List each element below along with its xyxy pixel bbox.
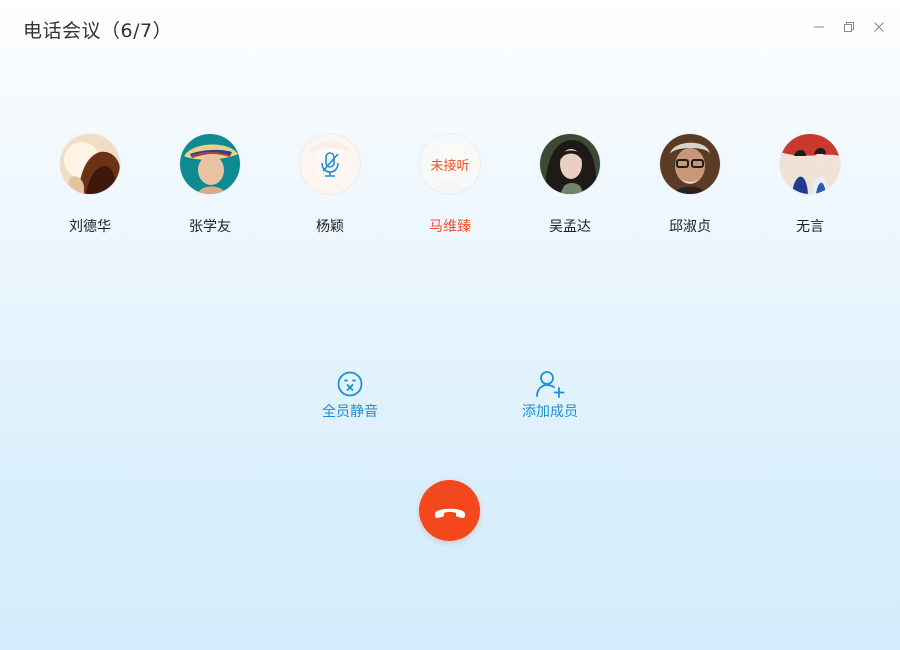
- title-bar: 电话会议（6/7）: [0, 0, 900, 58]
- close-button[interactable]: [872, 20, 886, 34]
- avatar: [660, 134, 720, 194]
- avatar: [540, 134, 600, 194]
- muted-overlay: [300, 134, 360, 194]
- participant-item[interactable]: 未接听 马维臻: [390, 134, 510, 236]
- participant-name: 杨颖: [316, 219, 344, 235]
- add-user-icon: [536, 371, 565, 398]
- hang-up-phone-icon: [434, 508, 465, 518]
- avatar: [60, 134, 120, 194]
- close-icon: [874, 22, 884, 32]
- avatar: [300, 134, 360, 194]
- participant-item[interactable]: 吴孟达: [510, 134, 630, 236]
- add-member-label: 添加成员: [522, 404, 578, 420]
- minimize-button[interactable]: [812, 20, 826, 34]
- microphone-muted-icon: [321, 152, 339, 177]
- hang-up-button[interactable]: [419, 480, 480, 541]
- avatar: [780, 134, 840, 194]
- participant-name: 无言: [796, 219, 824, 235]
- participant-name: 马维臻: [429, 219, 471, 235]
- mute-all-label: 全员静音: [322, 404, 378, 420]
- mute-all-button[interactable]: 全员静音: [300, 370, 400, 421]
- participant-list: 刘德华 张学友 杨颖 未接听 马维臻 吴孟达 邱淑贞 无言: [30, 134, 870, 236]
- participant-name: 邱淑贞: [669, 219, 711, 235]
- participant-item[interactable]: 杨颖: [270, 134, 390, 236]
- participant-item[interactable]: 张学友: [150, 134, 270, 236]
- participant-item[interactable]: 无言: [750, 134, 870, 236]
- participant-item[interactable]: 刘德华: [30, 134, 150, 236]
- missed-overlay: 未接听: [420, 134, 480, 194]
- call-actions: 全员静音 添加成员: [0, 370, 900, 430]
- restore-icon: [844, 22, 854, 32]
- window-title: 电话会议（6/7）: [23, 20, 173, 42]
- restore-button[interactable]: [842, 20, 856, 34]
- participant-item[interactable]: 邱淑贞: [630, 134, 750, 236]
- mute-all-icon: [337, 371, 363, 397]
- participant-name: 张学友: [189, 219, 231, 235]
- window-controls: [812, 20, 886, 34]
- avatar: 未接听: [420, 134, 480, 194]
- participant-name: 刘德华: [69, 219, 111, 235]
- minimize-icon: [814, 26, 824, 28]
- participant-name: 吴孟达: [549, 219, 591, 235]
- avatar: [180, 134, 240, 194]
- add-member-button[interactable]: 添加成员: [500, 370, 600, 421]
- missed-call-badge: 未接听: [430, 158, 470, 174]
